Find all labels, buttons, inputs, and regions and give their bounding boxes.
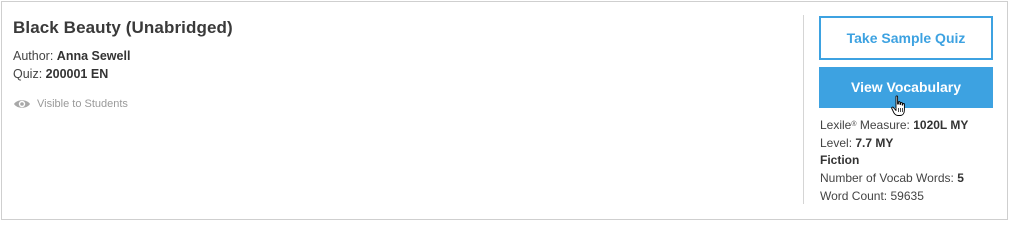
vertical-divider: [803, 15, 804, 204]
visibility-indicator: Visible to Students: [13, 98, 128, 110]
level-label: Level:: [820, 135, 853, 150]
eye-icon: [13, 98, 31, 110]
genre: Fiction: [820, 153, 860, 168]
take-sample-quiz-button[interactable]: Take Sample Quiz: [819, 16, 993, 60]
author-value: Anna Sewell: [56, 49, 131, 63]
quiz-value: 200001 EN: [45, 67, 109, 81]
author-label: Author:: [13, 49, 54, 63]
lexile-row: Lexile® Measure: 1020L MY: [820, 117, 968, 135]
registered-mark: ®: [851, 121, 857, 128]
author-line: Author: Anna Sewell: [13, 49, 130, 63]
lexile-label: Lexile: [820, 118, 852, 132]
vocab-words-value: 5: [957, 171, 964, 186]
hand-cursor-icon: [891, 95, 907, 117]
quiz-line: Quiz: 200001 EN: [13, 67, 108, 81]
visibility-text: Visible to Students: [37, 98, 128, 110]
quiz-label: Quiz:: [13, 67, 43, 81]
word-count-label: Word Count:: [820, 188, 888, 203]
vocab-words-row: Number of Vocab Words: 5: [820, 170, 968, 188]
vocab-words-label: Number of Vocab Words:: [820, 171, 954, 186]
level-value: 7.7 MY: [855, 135, 894, 150]
level-row: Level: 7.7 MY: [820, 135, 968, 153]
lexile-label-suffix: Measure:: [856, 118, 910, 132]
word-count-value: 59635: [890, 188, 924, 203]
lexile-value: 1020L MY: [913, 118, 969, 132]
book-title: Black Beauty (Unabridged): [13, 18, 233, 37]
book-stats: Lexile® Measure: 1020L MY Level: 7.7 MY …: [820, 117, 968, 206]
word-count-row: Word Count: 59635: [820, 188, 968, 206]
